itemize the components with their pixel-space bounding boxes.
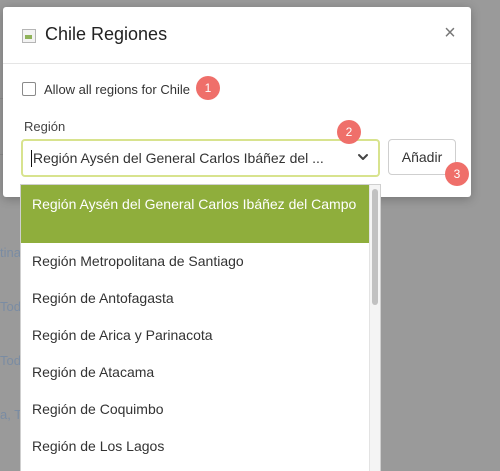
dropdown-option[interactable]: Región Metropolitana de Santiago (21, 243, 380, 280)
allow-all-label[interactable]: Allow all regions for Chile (44, 82, 190, 97)
background-text: a, T (0, 407, 23, 422)
background-text: Tod (0, 353, 21, 368)
region-label: Región (24, 119, 66, 134)
dropdown-option[interactable]: Región de Antofagasta (21, 280, 380, 317)
scrollbar-thumb[interactable] (372, 189, 378, 305)
image-placeholder-icon (22, 29, 36, 43)
chevron-down-icon[interactable] (356, 150, 370, 164)
dropdown-option[interactable]: Región de Atacama (21, 354, 380, 391)
region-dropdown-list: Región Aysén del General Carlos Ibáñez d… (20, 184, 381, 471)
region-select-value: Región Aysén del General Carlos Ibáñez d… (33, 150, 324, 166)
dropdown-scrollbar[interactable] (369, 185, 380, 471)
allow-all-checkbox[interactable] (22, 82, 36, 96)
dropdown-option[interactable]: Región de Los Lagos (21, 428, 380, 465)
text-cursor (31, 150, 32, 167)
annotation-badge-3: 3 (445, 162, 469, 186)
background-text: Tod (0, 299, 21, 314)
dropdown-option-selected[interactable]: Región Aysén del General Carlos Ibáñez d… (21, 185, 370, 243)
dropdown-option[interactable]: Región de Arica y Parinacota (21, 317, 380, 354)
close-icon[interactable]: × (439, 22, 461, 44)
annotation-badge-2: 2 (337, 120, 361, 144)
modal-title: Chile Regiones (45, 24, 168, 44)
background-text: tina (0, 245, 21, 260)
modal-header: Chile Regiones × (3, 7, 471, 64)
regions-modal: Chile Regiones × Allow all regions for C… (3, 7, 471, 197)
annotation-badge-1: 1 (196, 76, 220, 100)
region-select[interactable]: Región Aysén del General Carlos Ibáñez d… (21, 139, 380, 177)
dropdown-option[interactable]: Región de Coquimbo (21, 391, 380, 428)
